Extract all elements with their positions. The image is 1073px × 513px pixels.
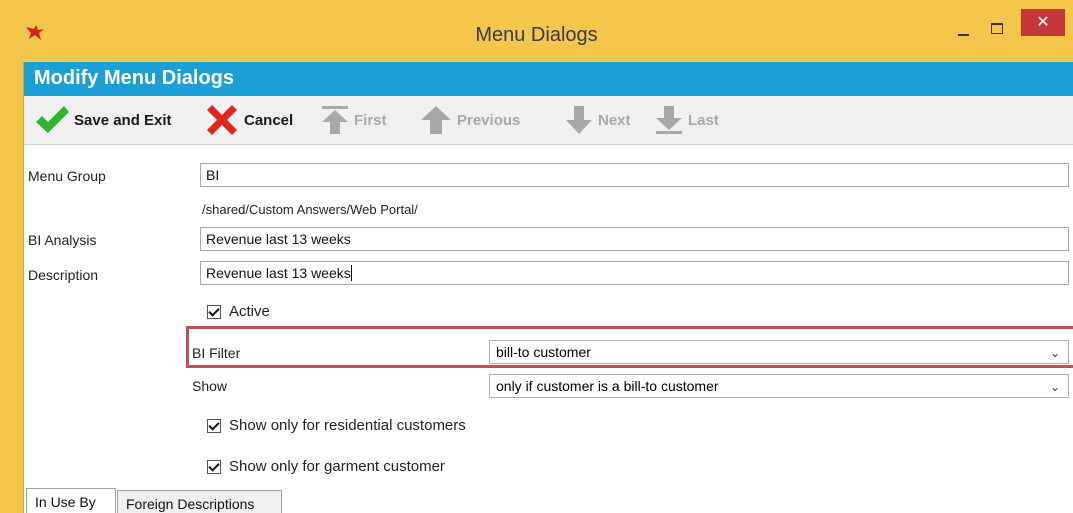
description-value: Revenue last 13 weeks xyxy=(206,265,351,281)
page-title: Modify Menu Dialogs xyxy=(34,67,234,89)
text-caret xyxy=(350,265,352,281)
first-button[interactable]: First xyxy=(320,96,387,144)
dialog-client-area: Modify Menu Dialogs Save and Exit Cancel… xyxy=(23,62,1073,513)
next-label: Next xyxy=(598,111,631,129)
show-label: Show xyxy=(192,378,228,394)
arrow-up-icon xyxy=(421,106,451,134)
residential-checkbox-row[interactable]: Show only for residential customers xyxy=(207,417,466,434)
active-checkbox-row[interactable]: Active xyxy=(207,303,270,320)
checkmark-icon xyxy=(36,106,69,133)
arrow-up-to-bar-icon xyxy=(322,106,348,134)
toolbar: Save and Exit Cancel First Previous Next… xyxy=(24,96,1073,145)
chevron-down-icon: ⌄ xyxy=(1049,346,1060,360)
cancel-label: Cancel xyxy=(244,111,294,129)
next-button[interactable]: Next xyxy=(564,96,631,144)
bi-analysis-field[interactable]: Revenue last 13 weeks xyxy=(200,227,1069,251)
bi-analysis-label: BI Analysis xyxy=(28,232,97,248)
previous-label: Previous xyxy=(457,111,521,129)
menu-group-label: Menu Group xyxy=(28,168,106,184)
first-label: First xyxy=(354,111,387,129)
save-and-exit-button[interactable]: Save and Exit xyxy=(34,96,172,144)
menu-group-field[interactable]: BI xyxy=(200,163,1069,187)
residential-label: Show only for residential customers xyxy=(229,417,466,434)
garment-label: Show only for garment customer xyxy=(229,458,445,475)
arrow-down-icon xyxy=(566,106,592,134)
minimize-button[interactable] xyxy=(947,14,981,42)
page-header: Modify Menu Dialogs xyxy=(24,62,1073,96)
tab-in-use-by[interactable]: In Use By xyxy=(26,488,116,513)
show-value: only if customer is a bill-to customer xyxy=(496,378,719,394)
description-field[interactable]: Revenue last 13 weeks xyxy=(200,261,1069,285)
maximize-button[interactable] xyxy=(980,14,1014,42)
arrow-down-to-bar-icon xyxy=(656,106,682,134)
bi-filter-select[interactable]: bill-to customer ⌄ xyxy=(489,340,1069,364)
bi-filter-value: bill-to customer xyxy=(496,344,591,360)
active-checkbox[interactable] xyxy=(207,304,221,319)
last-button[interactable]: Last xyxy=(654,96,719,144)
garment-checkbox[interactable] xyxy=(207,459,221,474)
previous-button[interactable]: Previous xyxy=(419,96,520,144)
residential-checkbox[interactable] xyxy=(207,418,221,433)
x-icon xyxy=(207,105,237,135)
garment-checkbox-row[interactable]: Show only for garment customer xyxy=(207,458,445,475)
path-text: /shared/Custom Answers/Web Portal/ xyxy=(202,202,418,217)
save-and-exit-label: Save and Exit xyxy=(74,111,172,129)
title-bar: Menu Dialogs ✕ xyxy=(0,0,1073,62)
chevron-down-icon: ⌄ xyxy=(1049,380,1060,394)
bi-filter-label: BI Filter xyxy=(192,345,241,361)
description-label: Description xyxy=(28,267,99,283)
show-select[interactable]: only if customer is a bill-to customer ⌄ xyxy=(489,374,1069,398)
last-label: Last xyxy=(688,111,719,129)
active-label: Active xyxy=(229,303,270,320)
cancel-button[interactable]: Cancel xyxy=(204,96,293,144)
close-button[interactable]: ✕ xyxy=(1021,9,1065,36)
tab-foreign-descriptions[interactable]: Foreign Descriptions xyxy=(117,490,282,513)
window-title: Menu Dialogs xyxy=(475,24,598,46)
